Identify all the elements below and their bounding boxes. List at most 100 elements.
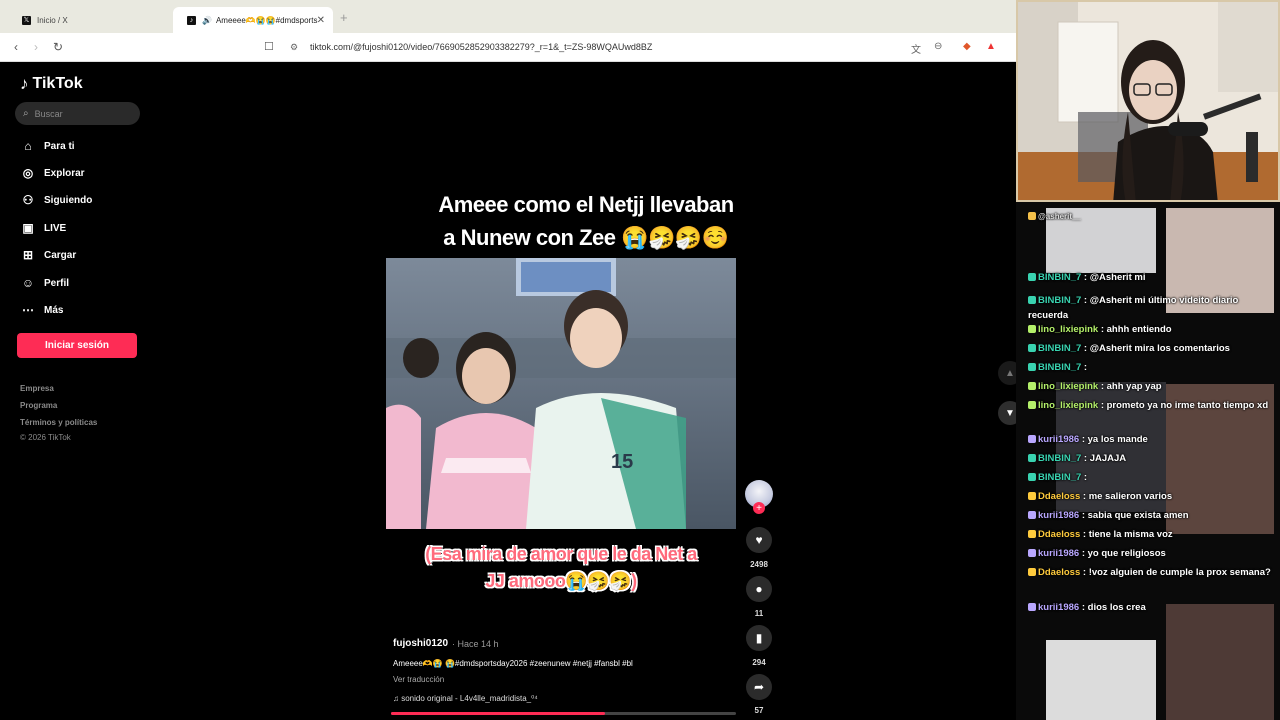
tab-tiktok[interactable]: ♪ 🔊 Ameeee🫶😭😭#dmdsports ✕	[173, 7, 333, 33]
caption-top-line-1: Ameee como el Netjj llevaban	[438, 192, 734, 217]
site-info-icon[interactable]: ⚙	[290, 42, 298, 53]
chat-badge-icon	[1028, 363, 1036, 371]
chat-message: kurii1986 : sabia que exista amen	[1028, 508, 1276, 523]
speaker-icon: 🔊	[202, 15, 212, 25]
video-caption-top: Ameee como el Netjj llevaban a Nunew con…	[386, 188, 786, 254]
footer-link-programa[interactable]: Programa	[20, 401, 57, 410]
reload-icon[interactable]: ↻	[53, 40, 63, 54]
translate-icon[interactable]: 文	[911, 41, 921, 56]
bookmark-icon: ▮	[755, 631, 763, 645]
chat-badge-icon	[1028, 492, 1036, 500]
chat-username: BINBIN_7	[1038, 472, 1082, 483]
chat-username: kurii1986	[1038, 510, 1080, 521]
zoom-icon[interactable]: ⊖	[934, 41, 942, 52]
video-author[interactable]: fujoshi0120	[393, 638, 448, 649]
comment-button[interactable]: ●	[746, 576, 772, 602]
chat-badge-icon	[1028, 382, 1036, 390]
sidebar-item-label: Explorar	[44, 167, 85, 179]
video-frame[interactable]: 15	[386, 258, 736, 529]
chat-message: lino_lixiepink : ahhh entiendo	[1028, 322, 1276, 337]
sidebar-item-cargar[interactable]: ⊞ Cargar	[20, 246, 76, 264]
follow-plus-icon[interactable]: +	[753, 502, 765, 514]
chat-username: kurii1986	[1038, 434, 1080, 445]
chat-header: @asherit__	[1028, 209, 1276, 224]
sound-link[interactable]: ♫ sonido original - L4v4lle_madridista_⁰…	[393, 694, 538, 703]
chat-text: : ahhh entiendo	[1098, 324, 1172, 335]
like-count: 2498	[750, 560, 768, 569]
chat-badge-icon	[1028, 511, 1036, 519]
tab-x[interactable]: 𝕏 Inicio / X	[8, 7, 173, 33]
chat-text: : @Asherit mira los comentarios	[1081, 343, 1230, 354]
chat-text: :	[1081, 362, 1088, 373]
chat-message: BINBIN_7 :	[1028, 470, 1276, 485]
chat-message: kurii1986 : ya los mande	[1028, 432, 1276, 447]
tiktok-logo[interactable]: ♪ TikTok	[20, 74, 83, 94]
like-button[interactable]: ♥	[746, 527, 772, 553]
chat-username: lino_lixiepink	[1038, 400, 1099, 411]
webcam-image	[1018, 2, 1278, 200]
save-button[interactable]: ▮	[746, 625, 772, 651]
chat-username: BINBIN_7	[1038, 453, 1082, 464]
search-input[interactable]	[34, 108, 125, 119]
address-bar: ‹ › ↻ ☐ ⚙ tiktok.com/@fujoshi0120/video/…	[0, 33, 1016, 62]
chat-username: Ddaeloss	[1038, 529, 1081, 540]
video-still: 15	[386, 258, 736, 529]
forward-icon[interactable]: ›	[34, 40, 38, 54]
chat-username: lino_lixiepink	[1038, 381, 1099, 392]
close-tab-icon[interactable]: ✕	[317, 15, 325, 26]
brave-rewards-icon[interactable]: ▲	[986, 41, 996, 52]
chat-text: : yo que religiosos	[1079, 548, 1166, 559]
tab-label: Inicio / X	[37, 15, 68, 25]
compass-icon: ◎	[22, 166, 34, 180]
back-icon[interactable]: ‹	[14, 40, 18, 54]
overlay-thumbnail	[1046, 640, 1156, 720]
share-button[interactable]: ➦	[746, 674, 772, 700]
login-button[interactable]: Iniciar sesión	[17, 333, 137, 358]
home-icon: ⌂	[24, 139, 32, 153]
url-field[interactable]: tiktok.com/@fujoshi0120/video/7669052852…	[310, 42, 652, 52]
bookmark-icon[interactable]: ☐	[264, 40, 274, 53]
see-translation-link[interactable]: Ver traducción	[393, 675, 444, 684]
chat-username: lino_lixiepink	[1038, 324, 1099, 335]
chat-text: : ya los mande	[1079, 434, 1148, 445]
search-box[interactable]: ⌕	[15, 102, 140, 125]
chevron-up-icon: ▲	[1005, 367, 1015, 379]
brave-shield-icon[interactable]: ◆	[963, 41, 971, 52]
chat-text: :	[1081, 472, 1088, 483]
chat-username: BINBIN_7	[1038, 295, 1082, 306]
chat-text: : ahh yap yap	[1098, 381, 1162, 392]
chat-badge-icon	[1028, 603, 1036, 611]
video-description: Ameeee🫶😭 😭#dmdsportsday2026 #zeenunew #n…	[393, 659, 633, 668]
chat-message: lino_lixiepink : prometo ya no irme tant…	[1028, 398, 1276, 413]
chat-text: : @Asherit mi	[1081, 272, 1146, 283]
search-icon: ⌕	[23, 108, 29, 119]
comment-count: 11	[754, 609, 764, 618]
sidebar-item-label: Siguiendo	[44, 194, 93, 206]
video-progress-bar[interactable]	[391, 712, 736, 715]
new-tab-button[interactable]: +	[340, 10, 348, 25]
svg-text:15: 15	[611, 451, 633, 473]
tiktok-logo-icon: ♪	[187, 15, 196, 25]
tab-label: Ameeee🫶😭😭#dmdsports	[215, 15, 318, 25]
sidebar-item-mas[interactable]: ⋯ Más	[20, 301, 63, 319]
caption-top-line-2: a Nunew con Zee 😭🤧🤧☺️	[443, 225, 729, 250]
heart-icon: ♥	[755, 533, 763, 547]
badge-icon	[1028, 212, 1036, 220]
sidebar-item-perfil[interactable]: ☺ Perfil	[20, 274, 69, 292]
chat-message: BINBIN_7 : @Asherit mi último videito di…	[1028, 293, 1276, 323]
chat-badge-icon	[1028, 401, 1036, 409]
footer-link-empresa[interactable]: Empresa	[20, 384, 54, 393]
sidebar-item-live[interactable]: ▣ LIVE	[20, 219, 66, 237]
chat-message: BINBIN_7 : @Asherit mi	[1028, 270, 1276, 285]
sidebar-item-explorar[interactable]: ◎ Explorar	[20, 164, 85, 182]
progress-fill	[391, 712, 605, 715]
sound-name: sonido original - L4v4lle_madridista_⁰⁴	[401, 694, 538, 703]
footer-link-terminos[interactable]: Términos y políticas	[20, 418, 97, 427]
sidebar-item-label: Cargar	[44, 249, 77, 261]
sidebar-item-label: Más	[44, 304, 64, 316]
chat-badge-icon	[1028, 473, 1036, 481]
chat-text: : tiene la misma voz	[1080, 529, 1173, 540]
sidebar-item-siguiendo[interactable]: ⚇ Siguiendo	[20, 191, 93, 209]
chat-username: BINBIN_7	[1038, 362, 1082, 373]
sidebar-item-para-ti[interactable]: ⌂ Para ti	[20, 137, 74, 155]
